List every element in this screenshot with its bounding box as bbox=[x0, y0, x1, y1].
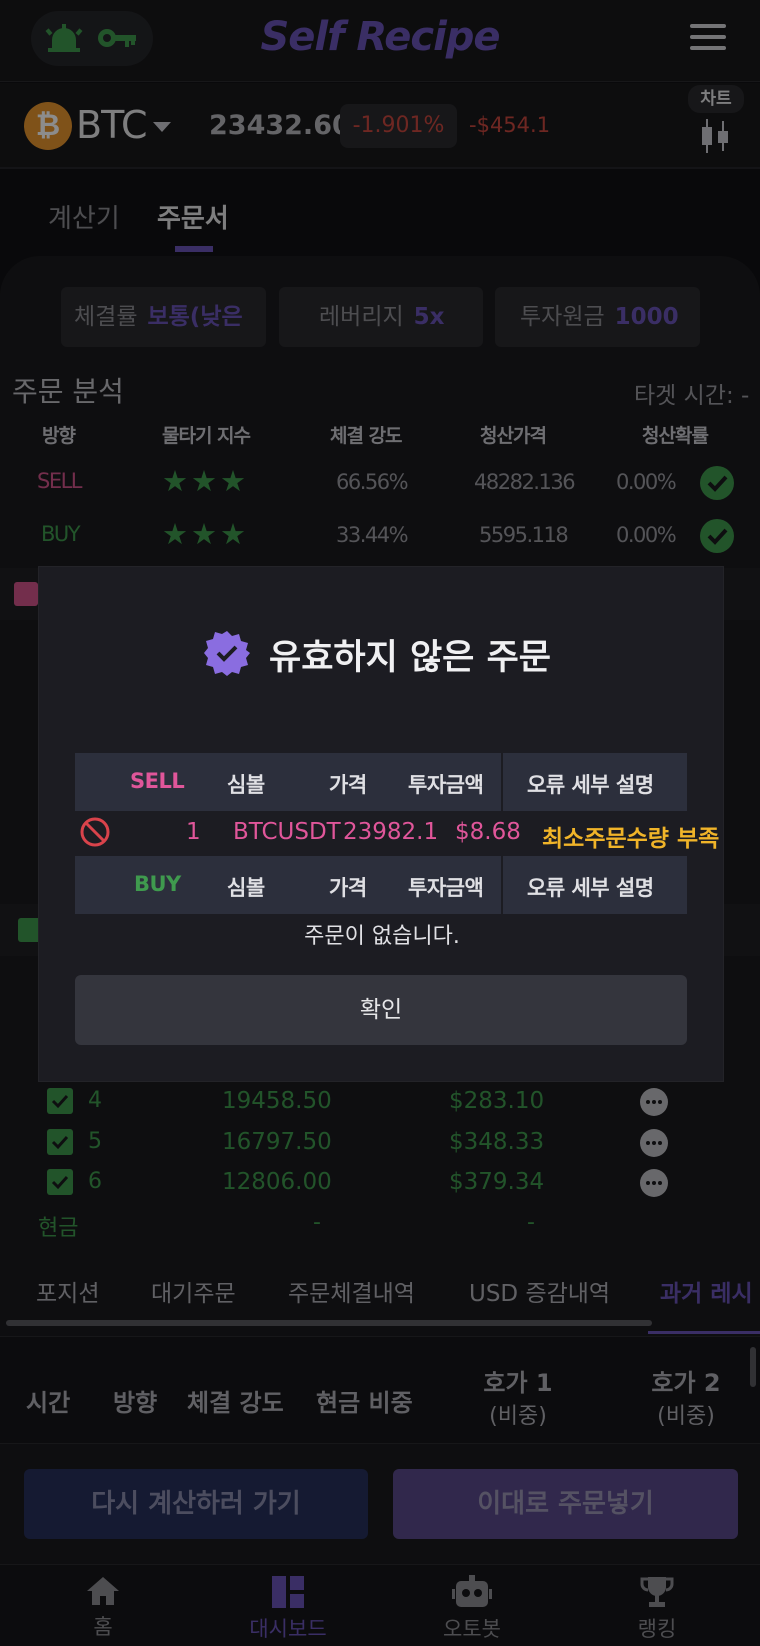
invalid-order-dialog: 유효하지 않은 주문 SELL 심볼 가격 투자금액 오류 세부 설명 1 BT… bbox=[38, 566, 724, 1082]
prohibited-icon bbox=[80, 817, 110, 847]
header-error: 오류 세부 설명 bbox=[527, 876, 654, 900]
header-amount: 투자금액 bbox=[408, 773, 484, 797]
header-price: 가격 bbox=[329, 876, 367, 900]
column-divider bbox=[501, 753, 503, 811]
dialog-title: 유효하지 않은 주문 bbox=[39, 629, 725, 680]
buy-table-header: BUY 심볼 가격 투자금액 오류 세부 설명 bbox=[75, 856, 687, 914]
sell-table-header: SELL 심볼 가격 투자금액 오류 세부 설명 bbox=[75, 753, 687, 811]
row-amount: $8.68 bbox=[455, 819, 521, 845]
confirm-button[interactable]: 확인 bbox=[75, 975, 687, 1045]
header-symbol: 심볼 bbox=[227, 876, 265, 900]
header-price: 가격 bbox=[329, 773, 367, 797]
row-price: 23982.1 bbox=[343, 819, 439, 845]
row-number: 1 bbox=[186, 819, 201, 845]
header-amount: 투자금액 bbox=[408, 876, 484, 900]
column-divider bbox=[501, 856, 503, 914]
row-error: 최소주문수량 부족 bbox=[542, 826, 720, 852]
buy-header-side: BUY bbox=[134, 872, 181, 896]
header-symbol: 심볼 bbox=[227, 773, 265, 797]
empty-message: 주문이 없습니다. bbox=[304, 924, 460, 949]
sell-header-side: SELL bbox=[130, 769, 185, 793]
header-error: 오류 세부 설명 bbox=[527, 773, 654, 797]
dialog-title-text: 유효하지 않은 주문 bbox=[269, 638, 551, 678]
sell-error-row: 1 BTCUSDT 23982.1 $8.68 최소주문수량 부족 bbox=[75, 810, 719, 856]
row-symbol: BTCUSDT bbox=[233, 819, 341, 845]
